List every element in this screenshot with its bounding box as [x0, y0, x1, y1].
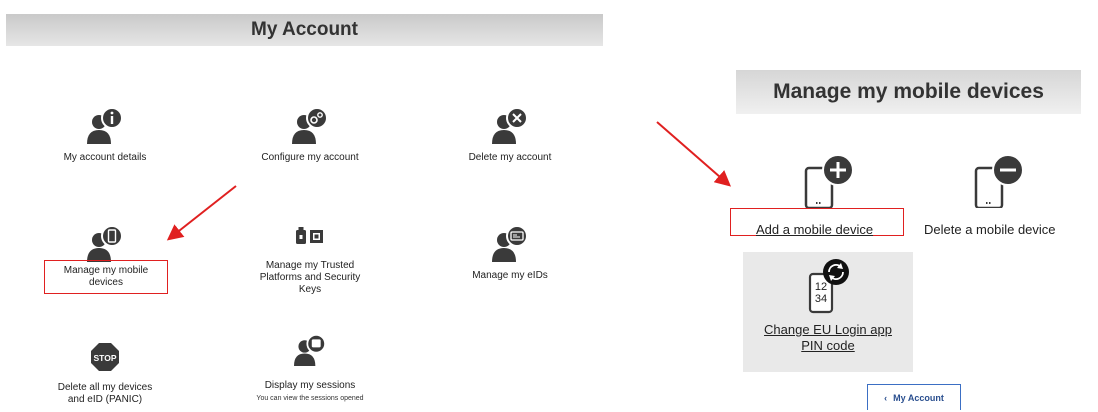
change-pin-label-line1: Change EU Login app — [764, 322, 892, 337]
manage-mobile-devices-title: Manage my mobile devices — [773, 80, 1044, 103]
arrow-to-add-device — [656, 121, 732, 187]
change-pin-tile[interactable]: 12 34 Change EU Login app PIN code — [743, 252, 913, 372]
mobile-add-icon[interactable] — [800, 150, 858, 210]
chevron-left-icon: ‹ — [884, 392, 888, 403]
back-to-my-account-button[interactable]: ‹ My Account — [867, 384, 961, 410]
add-mobile-device-link[interactable]: Add a mobile device — [756, 222, 901, 237]
back-to-my-account-label: My Account — [893, 392, 944, 403]
mobile-remove-icon[interactable] — [970, 150, 1028, 210]
delete-mobile-device-link[interactable]: Delete a mobile device — [924, 222, 1074, 237]
mobile-pin-icon: 12 34 — [798, 258, 858, 314]
manage-mobile-devices-header: Manage my mobile devices — [736, 70, 1081, 114]
annotation-arrows — [166, 121, 732, 241]
change-pin-label-line2: PIN code — [801, 338, 855, 353]
arrow-to-mobile-devices — [166, 185, 237, 241]
pin-digits-top: 12 — [815, 281, 827, 293]
pin-digits-bottom: 34 — [815, 293, 827, 305]
